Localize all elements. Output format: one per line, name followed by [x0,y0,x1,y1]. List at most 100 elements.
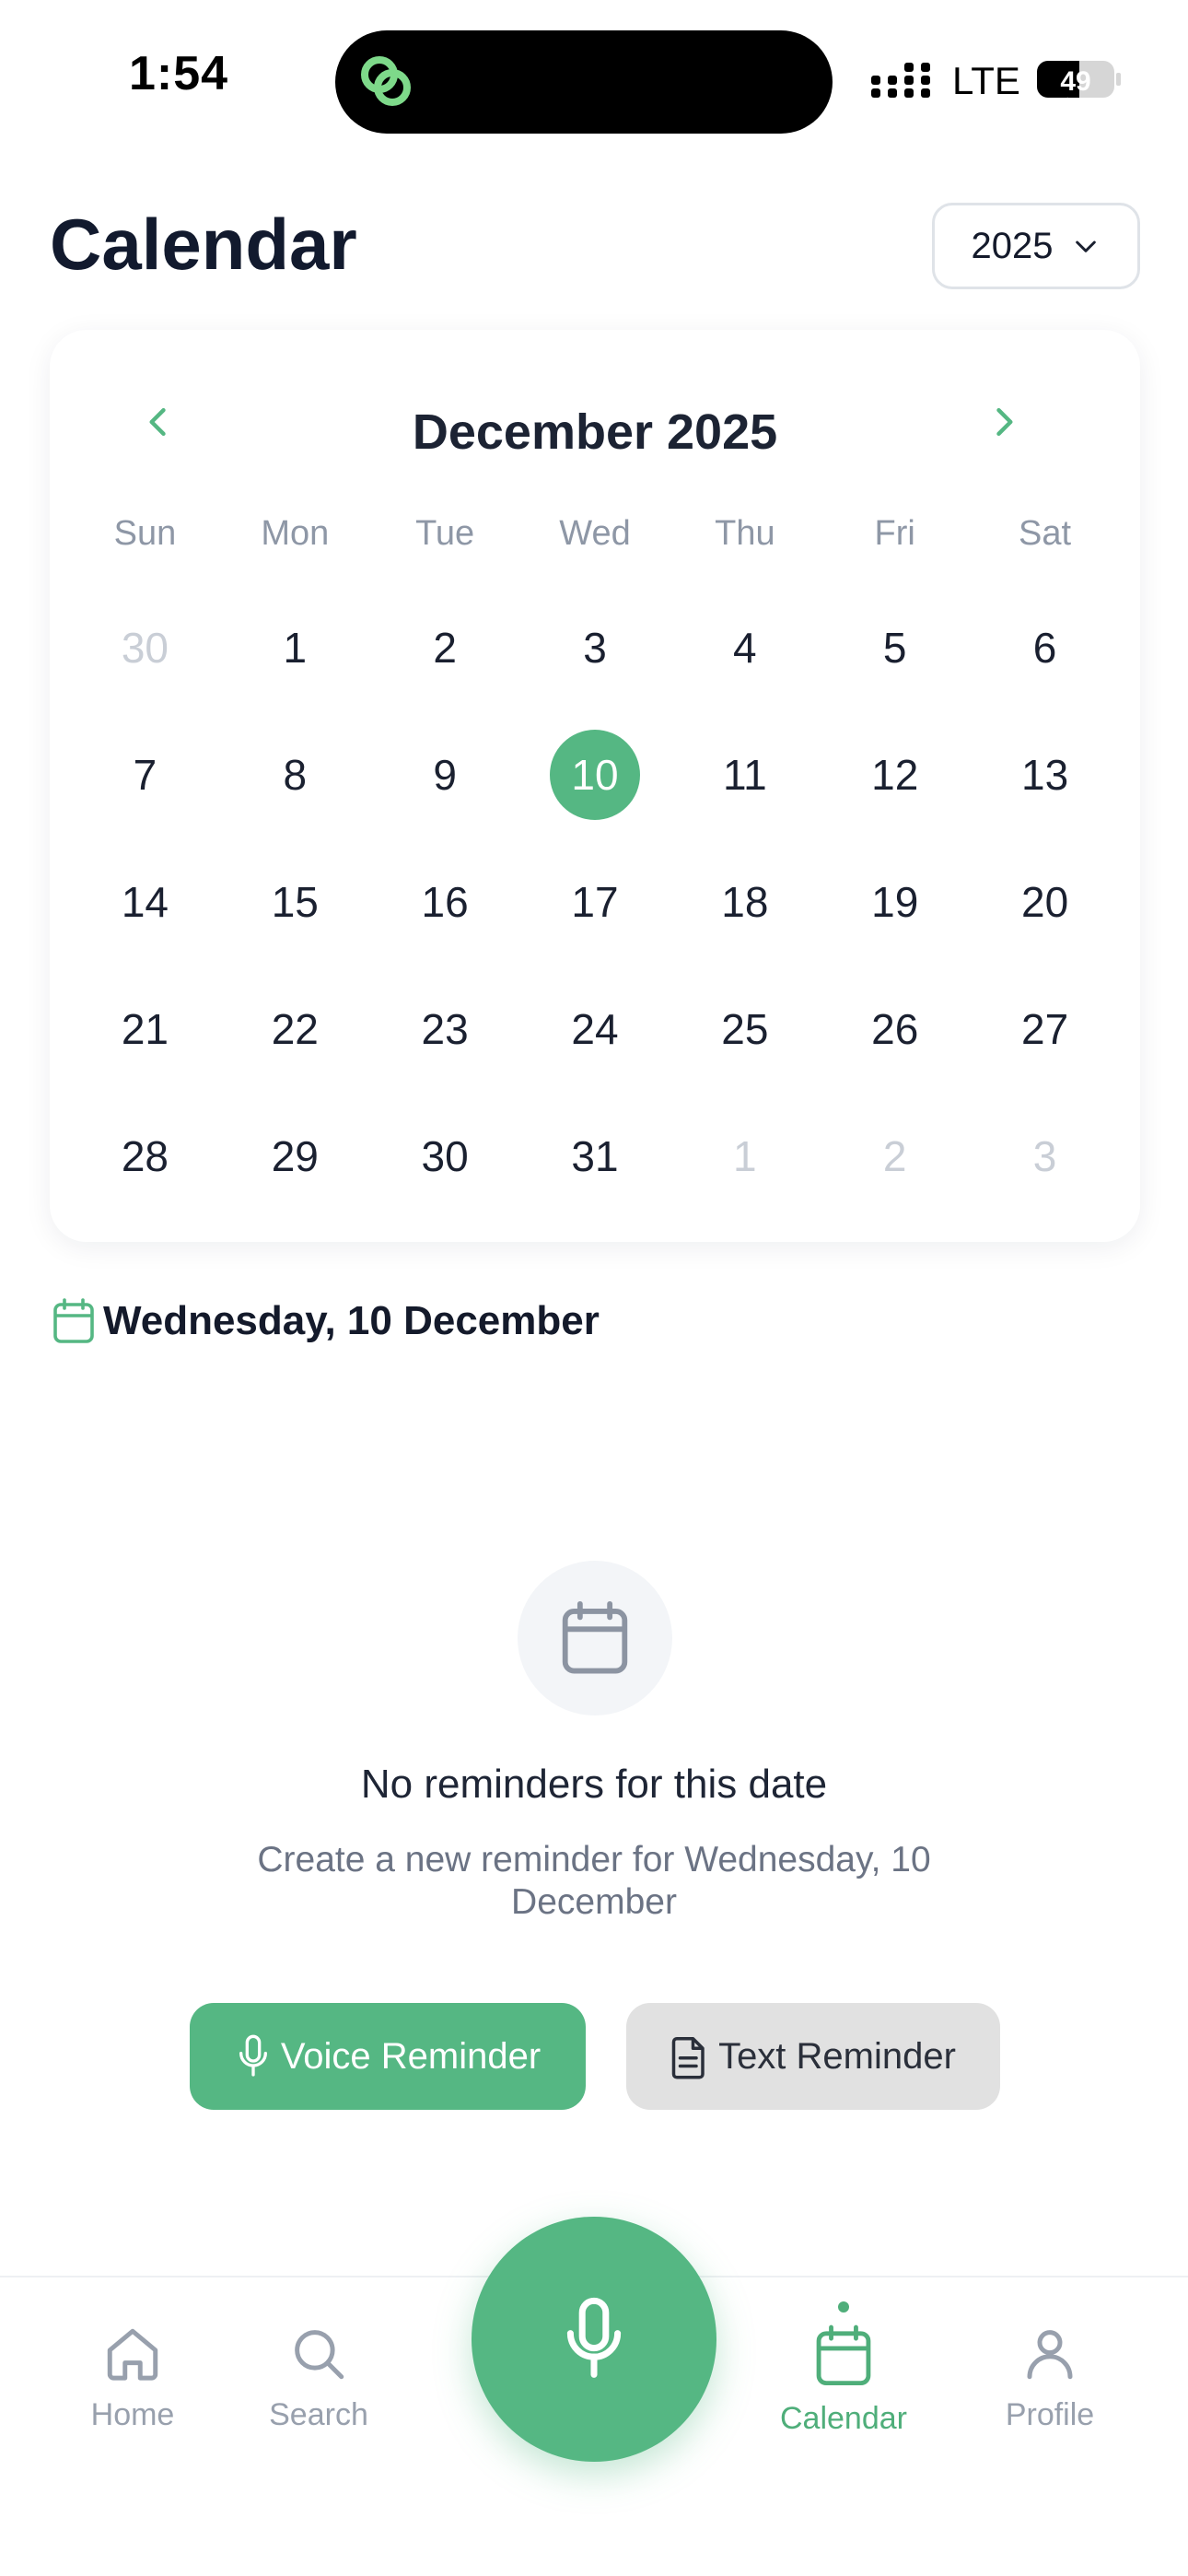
weekday-header: Sun Mon Tue Wed Thu Fri Sat [70,514,1120,554]
calendar-day[interactable]: 12 [820,711,970,838]
empty-state-icon-wrap [518,1561,672,1715]
calendar-day[interactable]: 1 [220,584,370,711]
calendar-day-label: 30 [421,1132,469,1180]
calendar-day[interactable]: 8 [220,711,370,838]
calendar-day-selected[interactable]: 10 [520,711,670,838]
weekday-label: Mon [261,514,330,553]
calendar-day-label: 29 [271,1132,319,1180]
calendar-day[interactable]: 1 [670,1093,820,1220]
calendar-day[interactable]: 24 [520,966,670,1093]
calendar-day[interactable]: 21 [70,966,220,1093]
calendar-day-label: 5 [882,624,907,672]
calendar-day-label: 3 [583,624,607,672]
weekday-label: Tue [415,514,475,553]
calendar-day-label: 1 [283,624,308,672]
calendar-day[interactable]: 14 [70,838,220,966]
calendar-day-label: 1 [733,1132,757,1180]
calendar-day-label: 2 [433,624,457,672]
nav-label-search: Search [269,2397,368,2432]
calendar-day[interactable]: 11 [670,711,820,838]
calendar-icon [53,1298,94,1343]
document-icon [671,2037,705,2079]
calendar-day[interactable]: 15 [220,838,370,966]
calendar-day[interactable]: 25 [670,966,820,1093]
selected-date-row: Wednesday, 10 December [52,1297,600,1345]
calendar-day[interactable]: 20 [970,838,1120,966]
network-label: LTE [952,59,1020,102]
calendar-day-label: 20 [1020,878,1069,926]
calendar-day-label: 25 [721,1005,769,1053]
weekday-label: Fri [874,514,915,553]
calendar-day[interactable]: 30 [370,1093,520,1220]
battery-icon: 49 [1037,61,1121,98]
nav-label-home: Home [90,2397,175,2432]
status-time: 1:54 [129,47,229,100]
calendar-day-label: 27 [1020,1005,1069,1053]
activity-link-icon [361,56,411,106]
nav-item-calendar[interactable]: Calendar [751,2301,936,2437]
calendar-day[interactable]: 6 [970,584,1120,711]
voice-reminder-button[interactable]: Voice Reminder [190,2003,586,2110]
calendar-day[interactable]: 26 [820,966,970,1093]
calendar-day[interactable]: 17 [520,838,670,966]
dynamic-island [335,30,833,134]
calendar-day-label: 24 [571,1005,619,1053]
calendar-day[interactable]: 22 [220,966,370,1093]
calendar-day-label: 16 [421,878,469,926]
signal-icon [871,63,930,98]
calendar-day-label: 9 [433,751,457,799]
year-select[interactable]: 2025 [932,203,1140,289]
calendar-day[interactable]: 4 [670,584,820,711]
calendar-day-label: 17 [571,878,619,926]
calendar-day-label: 30 [121,624,169,672]
calendar-day[interactable]: 2 [820,1093,970,1220]
calendar-day-label: 4 [733,624,757,672]
page-title: Calendar [50,204,357,285]
calendar-day[interactable]: 31 [520,1093,670,1220]
calendar-day[interactable]: 3 [520,584,670,711]
calendar-day-label: 15 [271,878,319,926]
calendar-day-label: 3 [1032,1132,1057,1180]
calendar-day[interactable]: 9 [370,711,520,838]
calendar-day[interactable]: 30 [70,584,220,711]
record-voice-fab[interactable] [472,2217,716,2462]
selected-date-label: Wednesday, 10 December [103,1298,600,1343]
calendar-day[interactable]: 16 [370,838,520,966]
calendar-day-label: 13 [1020,751,1069,799]
calendar-day-label: 31 [571,1132,619,1180]
weekday-label: Wed [559,514,631,553]
nav-label-calendar: Calendar [780,2401,907,2436]
calendar-day-label: 2 [882,1132,907,1180]
calendar-day-label: 23 [421,1005,469,1053]
calendar-day[interactable]: 7 [70,711,220,838]
nav-item-home[interactable]: Home [41,2324,225,2433]
calendar-day[interactable]: 5 [820,584,970,711]
next-month-button[interactable] [976,394,1031,450]
calendar-day[interactable]: 28 [70,1093,220,1220]
calendar-day-label: 22 [271,1005,319,1053]
weekday-label: Sat [1019,514,1072,553]
calendar-day[interactable]: 29 [220,1093,370,1220]
nav-item-profile[interactable]: Profile [958,2324,1142,2433]
text-reminder-button[interactable]: Text Reminder [626,2003,1000,2110]
calendar-day[interactable]: 2 [370,584,520,711]
calendar-day-label: 12 [871,751,919,799]
calendar-day-label: 7 [133,751,157,799]
text-reminder-label: Text Reminder [718,2035,956,2077]
calendar-day-label: 6 [1032,624,1057,672]
calendar-day-label: 19 [871,878,919,926]
calendar-day-label: 10 [571,751,619,799]
nav-item-search[interactable]: Search [227,2324,411,2433]
calendar-day[interactable]: 19 [820,838,970,966]
calendar-day[interactable]: 23 [370,966,520,1093]
user-icon [1027,2330,1073,2380]
calendar-day[interactable]: 3 [970,1093,1120,1220]
chevron-right-icon [996,407,1013,437]
voice-reminder-label: Voice Reminder [280,2035,542,2077]
calendar-day[interactable]: 27 [970,966,1120,1093]
status-bar: 1:54 LTE 49 [0,0,1188,138]
calendar-day[interactable]: 18 [670,838,820,966]
calendar-day-label: 21 [121,1005,169,1053]
calendar-day[interactable]: 13 [970,711,1120,838]
calendar-day-label: 26 [871,1005,919,1053]
